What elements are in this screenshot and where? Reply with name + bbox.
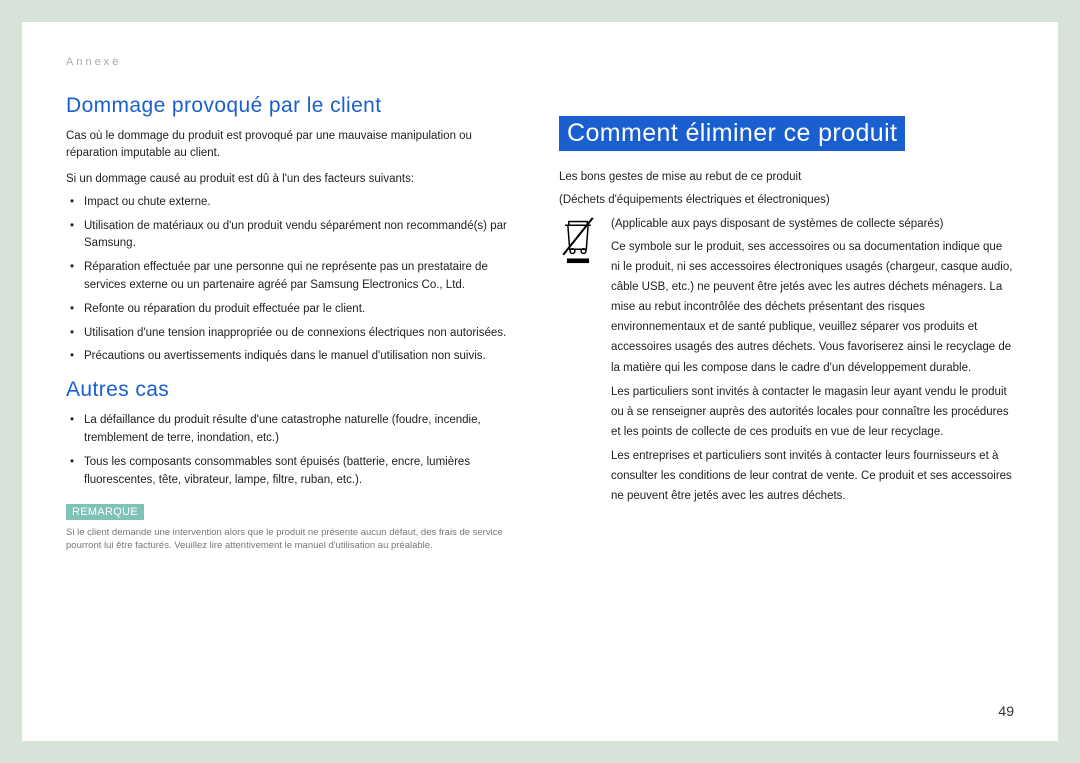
remark-badge: REMARQUE	[66, 504, 144, 520]
heading-damage-client: Dommage provoqué par le client	[66, 94, 521, 118]
list-item: La défaillance du produit résulte d'une …	[84, 412, 521, 448]
list-item: Précautions ou avertissements indiqués d…	[84, 348, 521, 366]
intro-paragraph-2: Si un dommage causé au produit est dû à …	[66, 171, 521, 188]
left-column: Annexe Dommage provoqué par le client Ca…	[66, 56, 521, 711]
list-item: Utilisation d'une tension inappropriée o…	[84, 325, 521, 343]
disposal-line-2: (Déchets d'équipements électriques et él…	[559, 192, 1014, 209]
heading-other-cases: Autres cas	[66, 378, 521, 402]
weee-bin-icon	[559, 216, 597, 511]
list-item: Tous les composants consommables sont ép…	[84, 454, 521, 490]
disposal-paragraph-3: Les entreprises et particuliers sont inv…	[611, 446, 1014, 506]
disposal-block: (Applicable aux pays disposant de systèm…	[559, 216, 1014, 511]
list-item: Utilisation de matériaux ou d'un produit…	[84, 218, 521, 254]
heading-disposal: Comment éliminer ce produit	[559, 116, 905, 151]
remark-text: Si le client demande une intervention al…	[66, 526, 521, 554]
list-item: Réparation effectuée par une personne qu…	[84, 259, 521, 295]
page-number: 49	[998, 703, 1014, 719]
bullet-list-2: La défaillance du produit résulte d'une …	[66, 412, 521, 489]
disposal-paragraph-1: Ce symbole sur le produit, ses accessoir…	[611, 237, 1014, 378]
list-item: Refonte ou réparation du produit effectu…	[84, 301, 521, 319]
right-column: Comment éliminer ce produit Les bons ges…	[559, 56, 1014, 711]
disposal-text-block: (Applicable aux pays disposant de systèm…	[611, 216, 1014, 511]
bullet-list-1: Impact ou chute externe. Utilisation de …	[66, 194, 521, 367]
document-page: Annexe Dommage provoqué par le client Ca…	[22, 22, 1058, 741]
intro-paragraph: Cas où le dommage du produit est provoqu…	[66, 128, 521, 163]
disposal-paragraph-2: Les particuliers sont invités à contacte…	[611, 382, 1014, 442]
section-breadcrumb: Annexe	[66, 56, 521, 68]
list-item: Impact ou chute externe.	[84, 194, 521, 212]
disposal-line-1: Les bons gestes de mise au rebut de ce p…	[559, 169, 1014, 186]
spacer	[559, 56, 1014, 116]
applicable-note: (Applicable aux pays disposant de systèm…	[611, 216, 1014, 233]
